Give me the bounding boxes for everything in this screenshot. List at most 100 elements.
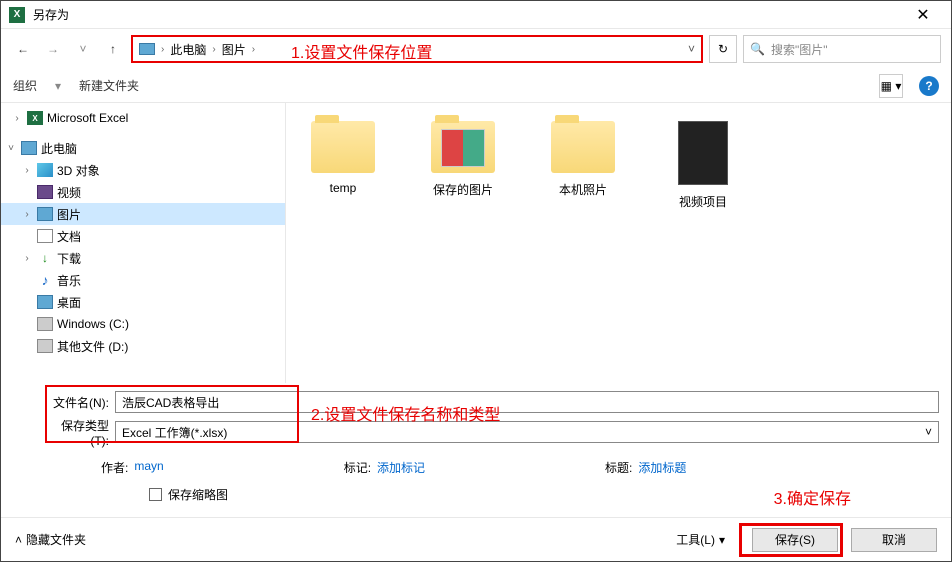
main-area: ›X Microsoft Excel ˅ 此电脑 › 3D 对象 视频 › 图片… [1, 103, 951, 383]
sidebar-item-excel[interactable]: ›X Microsoft Excel [1, 107, 285, 129]
metadata-row: 作者: mayn 标记: 添加标记 标题: 添加标题 [1, 449, 951, 480]
author-label: 作者: [101, 459, 128, 476]
sidebar-item-label: Microsoft Excel [47, 111, 128, 125]
title-value[interactable]: 添加标题 [638, 459, 686, 476]
sidebar-item-pictures[interactable]: › 图片 [1, 203, 285, 225]
title-label: 标题: [605, 459, 632, 476]
filename-input[interactable] [115, 391, 939, 413]
drive-icon [37, 339, 53, 353]
annotation-2: 2.设置文件保存名称和类型 [311, 401, 500, 425]
sidebar-item-cdrive[interactable]: Windows (C:) [1, 313, 285, 335]
sidebar-item-video[interactable]: 视频 [1, 181, 285, 203]
sidebar-item-label: 桌面 [57, 294, 81, 311]
sidebar-item-label: 视频 [57, 184, 81, 201]
search-icon: 🔍 [750, 42, 765, 56]
sidebar-item-3d[interactable]: › 3D 对象 [1, 159, 285, 181]
hide-folders-button[interactable]: ˄ 隐藏文件夹 [15, 531, 86, 548]
sidebar-item-downloads[interactable]: ›↓ 下载 [1, 247, 285, 269]
author-value[interactable]: mayn [134, 459, 163, 476]
cube-icon [37, 163, 53, 177]
chevron-down-icon: ▾ [719, 533, 725, 547]
chevron-right-icon: › [212, 44, 215, 55]
tools-label: 工具(L) [676, 531, 715, 548]
document-icon [37, 229, 53, 243]
file-label: 本机照片 [559, 181, 607, 198]
folder-icon [311, 121, 375, 173]
sidebar-item-ddrive[interactable]: 其他文件 (D:) [1, 335, 285, 357]
chevron-right-icon: › [161, 44, 164, 55]
desktop-icon [37, 295, 53, 309]
sidebar-item-label: 音乐 [57, 272, 81, 289]
save-form: 文件名(N): 保存类型(T): Excel 工作簿(*.xlsx) ˅ 2.设… [1, 383, 951, 445]
save-label: 保存(S) [775, 531, 815, 548]
tags-value[interactable]: 添加标记 [377, 459, 425, 476]
tools-menu[interactable]: 工具(L) ▾ [676, 531, 725, 548]
film-icon [37, 185, 53, 199]
help-button[interactable]: ? [919, 76, 939, 96]
folder-icon [551, 121, 615, 173]
save-button[interactable]: 保存(S) [752, 528, 838, 552]
annotation-3: 3.确定保存 [774, 485, 851, 509]
toolbar: 组织 ▾ 新建文件夹 ▦ ▾ ? [1, 69, 951, 103]
titlebar: X 另存为 ✕ [1, 1, 951, 29]
window-title: 另存为 [33, 6, 903, 23]
chevron-down-icon: ˅ [925, 425, 932, 439]
refresh-button[interactable]: ↻ [709, 35, 737, 63]
sidebar: ›X Microsoft Excel ˅ 此电脑 › 3D 对象 视频 › 图片… [1, 103, 286, 383]
folder-icon [431, 121, 495, 173]
up-arrow-button[interactable]: ↑ [101, 37, 125, 61]
chevron-right-icon: › [252, 44, 255, 55]
breadcrumb-root[interactable]: 此电脑 [170, 41, 206, 58]
sidebar-item-desktop[interactable]: 桌面 [1, 291, 285, 313]
music-icon: ♪ [37, 273, 53, 287]
folder-camera-roll[interactable]: 本机照片 [538, 121, 628, 198]
back-button[interactable]: ← [11, 37, 35, 61]
download-icon: ↓ [37, 251, 53, 265]
folder-temp[interactable]: temp [298, 121, 388, 195]
sidebar-item-label: 其他文件 (D:) [57, 338, 128, 355]
new-folder-button[interactable]: 新建文件夹 [79, 77, 139, 94]
organize-menu[interactable]: 组织 [13, 77, 37, 94]
filetype-select[interactable]: Excel 工作簿(*.xlsx) ˅ [115, 421, 939, 443]
file-list: temp 保存的图片 本机照片 视频项目 [286, 103, 951, 383]
save-thumbnail-checkbox[interactable] [149, 488, 162, 501]
file-label: temp [330, 181, 357, 195]
location-icon [139, 43, 155, 55]
sidebar-item-label: 图片 [57, 206, 81, 223]
button-bar: ˄ 隐藏文件夹 工具(L) ▾ 保存(S) 取消 [1, 517, 951, 561]
sidebar-item-label: 下载 [57, 250, 81, 267]
sidebar-item-music[interactable]: ♪ 音乐 [1, 269, 285, 291]
cancel-button[interactable]: 取消 [851, 528, 937, 552]
navbar: ← → ˅ ↑ › 此电脑 › 图片 › ˅ ↻ 🔍 搜索"图片" [1, 29, 951, 69]
excel-icon: X [27, 111, 43, 125]
dropdown-icon[interactable]: ˅ [688, 42, 695, 56]
cancel-label: 取消 [882, 531, 906, 548]
sidebar-item-label: 文档 [57, 228, 81, 245]
filetype-label: 保存类型(T): [45, 417, 115, 448]
forward-button[interactable]: → [41, 37, 65, 61]
drive-icon [37, 317, 53, 331]
thumbnail-icon [678, 121, 728, 185]
file-label: 视频项目 [679, 193, 727, 210]
annotation-1: 1.设置文件保存位置 [291, 39, 432, 63]
excel-app-icon: X [9, 7, 25, 23]
sidebar-item-label: Windows (C:) [57, 317, 129, 331]
view-mode-button[interactable]: ▦ ▾ [879, 74, 903, 98]
filetype-value: Excel 工作簿(*.xlsx) [122, 424, 227, 441]
sidebar-item-label: 此电脑 [41, 140, 77, 157]
folder-saved-pictures[interactable]: 保存的图片 [418, 121, 508, 198]
filename-label: 文件名(N): [45, 394, 115, 411]
search-placeholder: 搜索"图片" [771, 41, 828, 58]
up-button[interactable]: ˅ [71, 37, 95, 61]
sidebar-item-documents[interactable]: 文档 [1, 225, 285, 247]
breadcrumb-folder[interactable]: 图片 [222, 41, 246, 58]
sidebar-item-pc[interactable]: ˅ 此电脑 [1, 137, 285, 159]
tags-label: 标记: [344, 459, 371, 476]
search-input[interactable]: 🔍 搜索"图片" [743, 35, 941, 63]
save-thumbnail-label: 保存缩略图 [168, 486, 228, 503]
folder-video-projects[interactable]: 视频项目 [658, 121, 748, 210]
annotation-box-3: 保存(S) [739, 523, 843, 557]
close-button[interactable]: ✕ [903, 5, 943, 25]
file-label: 保存的图片 [433, 181, 493, 198]
chevron-up-icon: ˄ [15, 533, 22, 547]
